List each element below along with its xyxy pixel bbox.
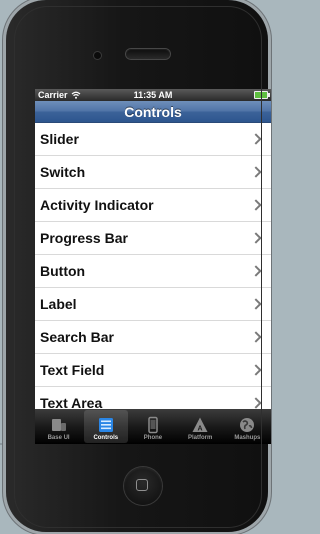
list-item-button[interactable]: Button <box>35 255 271 288</box>
tab-mashups[interactable]: Mashups <box>225 410 269 443</box>
status-bar: Carrier 11:35 AM <box>35 89 271 101</box>
status-time: 11:35 AM <box>133 90 173 100</box>
list-item-activity-indicator[interactable]: Activity Indicator <box>35 189 271 222</box>
home-button[interactable] <box>124 467 162 505</box>
tab-phone[interactable]: Phone <box>131 410 175 443</box>
chevron-right-icon <box>250 265 262 277</box>
chevron-right-icon <box>250 397 262 409</box>
chevron-right-icon <box>250 298 262 310</box>
chevron-right-icon <box>250 199 262 211</box>
app-screen: Carrier 11:35 AM Controls Slider Switch <box>35 89 271 444</box>
tab-label: Platform <box>187 435 213 441</box>
list-item-label: Switch <box>40 164 86 180</box>
list-item-label-control[interactable]: Label <box>35 288 271 321</box>
tab-label: Mashups <box>234 435 261 441</box>
chevron-right-icon <box>250 331 262 343</box>
tab-label: Base UI <box>47 435 70 441</box>
battery-icon <box>254 91 270 99</box>
home-square-icon <box>136 479 148 491</box>
tab-controls[interactable]: Controls <box>83 410 128 443</box>
tab-bar: Base UI Controls Phone A Platform Mashup… <box>35 409 271 444</box>
page-title: Controls <box>124 103 182 120</box>
wifi-icon <box>71 91 80 99</box>
carrier-group: Carrier <box>38 90 81 100</box>
list-item-text-field[interactable]: Text Field <box>35 354 271 387</box>
list-item-label: Slider <box>40 131 79 147</box>
controls-icon <box>98 418 113 432</box>
list-item-switch[interactable]: Switch <box>35 156 271 189</box>
controls-list: Slider Switch Activity Indicator Progres… <box>35 123 271 420</box>
list-item-text-area[interactable]: Text Area <box>35 387 271 420</box>
list-item-label: Search Bar <box>40 329 114 345</box>
mashups-icon <box>240 418 255 432</box>
iphone-frame: Carrier 11:35 AM Controls Slider Switch <box>6 0 271 532</box>
chevron-right-icon <box>250 364 262 376</box>
base-ui-icon <box>51 419 66 431</box>
camera-icon <box>94 52 101 59</box>
tab-label: Phone <box>143 435 163 441</box>
list-item-label: Text Area <box>40 395 103 411</box>
chevron-right-icon <box>250 133 262 145</box>
carrier-label: Carrier <box>38 90 68 100</box>
chevron-right-icon <box>250 166 262 178</box>
list-item-label: Activity Indicator <box>40 197 154 213</box>
list-item-search-bar[interactable]: Search Bar <box>35 321 271 354</box>
tab-label: Controls <box>93 435 119 441</box>
navigation-bar: Controls <box>35 101 271 123</box>
list-item-label: Button <box>40 263 86 279</box>
list-item-label: Text Field <box>40 362 105 378</box>
tab-platform[interactable]: A Platform <box>178 410 222 443</box>
list-item-label: Progress Bar <box>40 230 128 246</box>
svg-text:A: A <box>198 426 203 433</box>
list-item-label: Label <box>40 296 77 312</box>
tab-base-ui[interactable]: Base UI <box>37 410 81 443</box>
chevron-right-icon <box>250 232 262 244</box>
list-item-progress-bar[interactable]: Progress Bar <box>35 222 271 255</box>
list-item-slider[interactable]: Slider <box>35 123 271 156</box>
phone-icon <box>148 416 158 434</box>
platform-icon: A <box>192 417 208 433</box>
speaker-grille <box>126 49 170 59</box>
